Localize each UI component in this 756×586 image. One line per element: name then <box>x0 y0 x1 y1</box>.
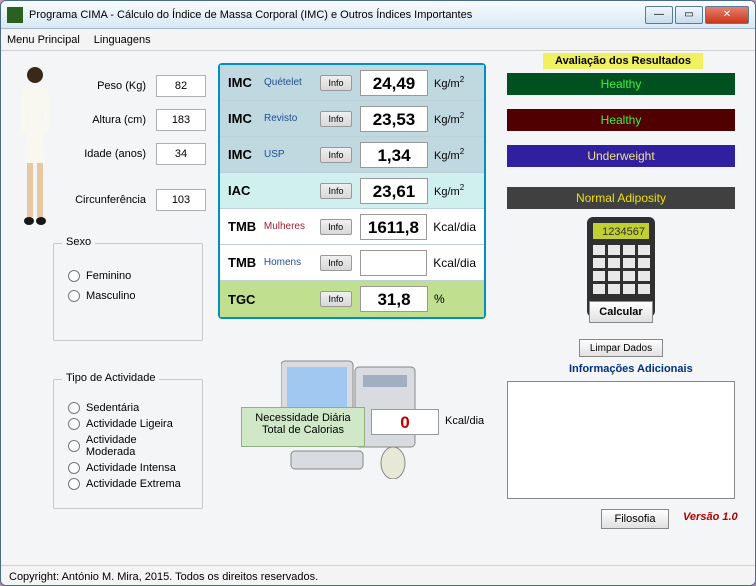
res-unit-3: Kg/m2 <box>434 183 464 198</box>
radio-extrema[interactable] <box>68 478 80 490</box>
eval-result-0: Healthy <box>507 73 735 95</box>
body-figure-icon <box>17 63 53 233</box>
maximize-button[interactable]: ▭ <box>675 6 703 24</box>
res-unit-0: Kg/m2 <box>434 75 464 90</box>
activity-group: Tipo de Actividade Sedentária Actividade… <box>53 379 203 509</box>
altura-input[interactable] <box>156 109 206 131</box>
peso-label: Peso (Kg) <box>51 80 146 92</box>
res-val-2: 1,34 <box>360 142 428 168</box>
res-val-6: 31,8 <box>360 286 428 312</box>
info-textbox[interactable] <box>507 381 735 499</box>
res-unit-2: Kg/m2 <box>434 147 464 162</box>
menu-main[interactable]: Menu Principal <box>7 34 80 46</box>
filosofia-button[interactable]: Filosofia <box>601 509 669 529</box>
act-opt-4: Actividade Extrema <box>86 478 181 490</box>
sexo-legend: Sexo <box>62 236 95 248</box>
radio-moderada[interactable] <box>68 440 80 452</box>
app-icon <box>7 7 23 23</box>
feminino-label: Feminino <box>86 270 131 282</box>
calories-value: 0 <box>371 409 439 435</box>
activity-legend: Tipo de Actividade <box>62 372 159 384</box>
info-button-1[interactable]: Info <box>320 111 352 127</box>
eval-result-1: Healthy <box>507 109 735 131</box>
circ-input[interactable] <box>156 189 206 211</box>
res-unit-5: Kcal/dia <box>433 256 476 270</box>
radio-sedentaria[interactable] <box>68 402 80 414</box>
res-label-0: IMC <box>228 75 264 90</box>
res-label-3: IAC <box>228 183 264 198</box>
circ-label: Circunferência <box>51 194 146 206</box>
radio-ligeira[interactable] <box>68 418 80 430</box>
info-button-4[interactable]: Info <box>320 219 352 235</box>
act-opt-1: Actividade Ligeira <box>86 418 173 430</box>
act-opt-2: Actividade Moderada <box>86 434 188 458</box>
res-label-4: TMB <box>228 219 264 234</box>
idade-input[interactable] <box>156 143 206 165</box>
res-val-0: 24,49 <box>360 70 428 96</box>
results-panel: IMCQuételetInfo24,49Kg/m2 IMCRevistoInfo… <box>218 63 486 319</box>
info-button-2[interactable]: Info <box>320 147 352 163</box>
radio-masculino[interactable] <box>68 290 80 302</box>
calories-label: Necessidade Diária Total de Calorias <box>241 407 365 447</box>
res-label-5: TMB <box>228 255 264 270</box>
close-button[interactable]: ✕ <box>705 6 749 24</box>
peso-input[interactable] <box>156 75 206 97</box>
idade-label: Idade (anos) <box>51 148 146 160</box>
menu-languages[interactable]: Linguagens <box>94 34 151 46</box>
res-val-3: 23,61 <box>360 178 428 204</box>
radio-feminino[interactable] <box>68 270 80 282</box>
minimize-button[interactable]: — <box>645 6 673 24</box>
info-button-3[interactable]: Info <box>320 183 352 199</box>
sexo-group: Sexo Feminino Masculino <box>53 243 203 341</box>
res-unit-6: % <box>434 292 445 306</box>
res-val-5 <box>360 250 428 276</box>
info-button-0[interactable]: Info <box>320 75 352 91</box>
altura-label: Altura (cm) <box>51 114 146 126</box>
act-opt-3: Actividade Intensa <box>86 462 176 474</box>
statusbar: Copyright: António M. Mira, 2015. Todos … <box>1 565 755 586</box>
res-sub-2: USP <box>264 149 320 160</box>
version-label: Versão 1.0 <box>683 511 738 523</box>
app-window: Programa CIMA - Cálculo do Índice de Mas… <box>0 0 756 586</box>
res-label-1: IMC <box>228 111 264 126</box>
eval-result-2: Underweight <box>507 145 735 167</box>
limpar-button[interactable]: Limpar Dados <box>579 339 663 357</box>
window-title: Programa CIMA - Cálculo do Índice de Mas… <box>29 9 645 21</box>
res-sub-5: Homens <box>264 257 320 268</box>
res-val-4: 1611,8 <box>360 214 428 240</box>
res-sub-1: Revisto <box>264 113 320 124</box>
res-sub-4: Mulheres <box>264 221 320 232</box>
menubar: Menu Principal Linguagens <box>1 29 755 51</box>
info-button-5[interactable]: Info <box>320 255 352 271</box>
svg-text:1234567: 1234567 <box>602 226 645 238</box>
info-header: Informações Adicionais <box>569 363 693 375</box>
content-area: Peso (Kg) Altura (cm) Idade (anos) Circu… <box>1 51 755 565</box>
res-val-1: 23,53 <box>360 106 428 132</box>
res-sub-0: Quételet <box>264 77 320 88</box>
act-opt-0: Sedentária <box>86 402 139 414</box>
radio-intensa[interactable] <box>68 462 80 474</box>
res-label-2: IMC <box>228 147 264 162</box>
calcular-button[interactable]: Calcular <box>589 301 653 323</box>
copyright-text: Copyright: António M. Mira, 2015. Todos … <box>9 571 318 583</box>
titlebar[interactable]: Programa CIMA - Cálculo do Índice de Mas… <box>1 1 755 29</box>
masculino-label: Masculino <box>86 290 136 302</box>
calorie-area: Necessidade Diária Total de Calorias 0 K… <box>241 359 481 489</box>
eval-header: Avaliação dos Resultados <box>543 53 703 69</box>
calories-unit: Kcal/dia <box>445 415 484 427</box>
res-unit-4: Kcal/dia <box>433 220 476 234</box>
eval-result-3: Normal Adiposity <box>507 187 735 209</box>
info-button-6[interactable]: Info <box>320 291 352 307</box>
res-unit-1: Kg/m2 <box>434 111 464 126</box>
res-label-6: TGC <box>228 292 264 307</box>
